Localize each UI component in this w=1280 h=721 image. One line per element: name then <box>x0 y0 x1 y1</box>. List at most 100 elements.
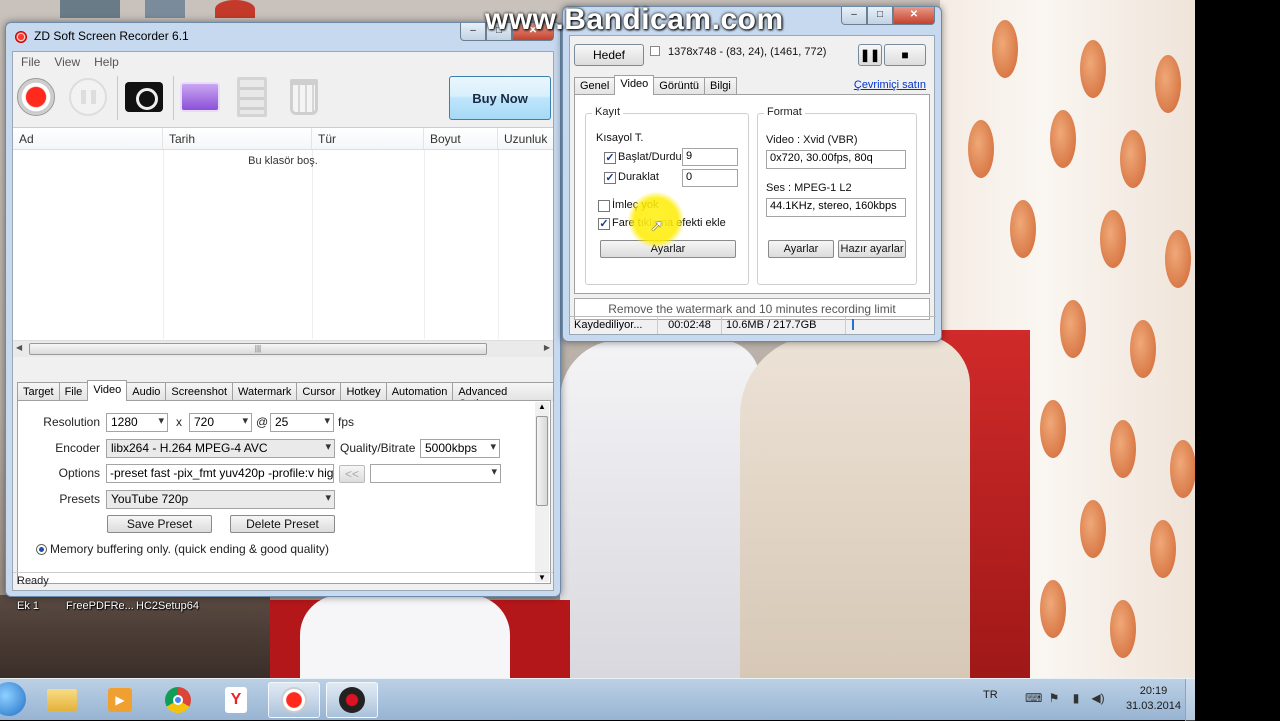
tab-target[interactable]: Target <box>17 382 60 401</box>
minimize-button[interactable]: – <box>841 7 867 25</box>
volume-icon[interactable]: ◀) <box>1091 691 1105 705</box>
buy-now-button[interactable]: Buy Now <box>449 76 551 120</box>
pause-button[interactable] <box>67 76 109 118</box>
save-preset-button[interactable]: Save Preset <box>107 515 212 533</box>
show-desktop-button[interactable] <box>1185 679 1195 721</box>
options-preset-select[interactable] <box>370 464 501 483</box>
desktop-icon-label[interactable]: HC2Setup64 <box>136 600 199 612</box>
format-group: Format Video : Xvid (VBR) 0x720, 30.00fp… <box>757 106 917 285</box>
desktop-icon-top[interactable] <box>60 0 120 18</box>
record-settings-button[interactable]: Ayarlar <box>600 240 736 258</box>
desktop-icon-top[interactable] <box>145 0 185 18</box>
tab-screenshot[interactable]: Screenshot <box>165 382 234 401</box>
start-button[interactable] <box>0 682 26 716</box>
taskbar-bandicam[interactable] <box>326 682 378 718</box>
column-length[interactable]: Uzunluk <box>498 128 553 149</box>
presets-button[interactable]: Hazır ayarlar <box>838 240 906 258</box>
taskbar-explorer[interactable] <box>36 682 88 718</box>
tab-image[interactable]: Görüntü <box>653 77 706 95</box>
dark-area <box>0 595 270 678</box>
encoder-select[interactable]: libx264 - H.264 MPEG-4 AVC <box>106 439 335 458</box>
audio-spec-field: 44.1KHz, stereo, 160kbps <box>766 198 906 217</box>
video-folder-button[interactable] <box>179 76 221 118</box>
desktop-icon-top[interactable] <box>215 0 255 18</box>
network-icon[interactable]: ▮ <box>1069 691 1083 705</box>
tab-info[interactable]: Bilgi <box>704 77 737 95</box>
tab-automation[interactable]: Automation <box>385 382 454 401</box>
video-folder-icon <box>180 82 220 112</box>
column-date[interactable]: Tarih <box>163 128 312 149</box>
region-checkbox[interactable] <box>650 46 660 56</box>
vertical-scrollbar[interactable]: ▲ ▼ <box>535 402 549 582</box>
fps-select[interactable]: 25 <box>270 413 334 432</box>
camera-icon <box>125 82 163 112</box>
scroll-up-icon[interactable]: ▲ <box>538 402 546 411</box>
tab-file[interactable]: File <box>58 382 89 401</box>
encoder-label: Encoder <box>55 441 100 455</box>
clock[interactable]: 20:19 31.03.2014 <box>1126 684 1181 714</box>
horizontal-scrollbar[interactable]: ◀ ||| ▶ <box>13 340 553 357</box>
tab-general[interactable]: Genel <box>574 77 616 95</box>
height-select[interactable]: 720 <box>189 413 252 432</box>
taskbar-zd-recorder[interactable] <box>268 682 320 718</box>
pause-hotkey[interactable]: 0 <box>682 169 738 187</box>
scroll-thumb[interactable]: ||| <box>29 343 487 355</box>
options-input[interactable]: -preset fast -pix_fmt yuv420p -profile:v… <box>106 464 334 483</box>
record-app-icon <box>15 31 27 43</box>
video-spec-field: 0x720, 30.00fps, 80q <box>766 150 906 169</box>
start-stop-hotkey[interactable]: 9 <box>682 148 738 166</box>
tab-video[interactable]: Video <box>614 75 655 95</box>
taskbar-media[interactable]: ▶ <box>94 682 146 718</box>
memory-buffering-label[interactable]: Memory buffering only. (quick ending & g… <box>50 542 329 556</box>
tab-watermark[interactable]: Watermark <box>232 382 298 401</box>
stop-button[interactable]: ■ <box>884 44 926 66</box>
memory-buffering-radio[interactable] <box>36 544 47 555</box>
width-select[interactable]: 1280 <box>106 413 168 432</box>
mouse-click-checkbox[interactable]: ✓ <box>598 218 610 230</box>
language-indicator[interactable]: TR <box>983 689 998 701</box>
record-group-title: Kayıt <box>592 106 624 118</box>
scroll-left-icon[interactable]: ◀ <box>16 343 22 352</box>
taskbar-chrome[interactable] <box>152 682 204 718</box>
column-size[interactable]: Boyut <box>424 128 498 149</box>
clock-time: 20:19 <box>1139 685 1168 697</box>
presets-select[interactable]: YouTube 720p <box>106 490 335 509</box>
film-button[interactable] <box>231 76 273 118</box>
quality-select[interactable]: 5000kbps <box>420 439 500 458</box>
vertical-scroll-thumb[interactable] <box>536 416 548 506</box>
recordings-list[interactable]: Ad Tarih Tür Boyut Uzunluk Bu klasör boş… <box>13 127 553 357</box>
delete-button[interactable] <box>283 76 325 118</box>
tab-advanced-options[interactable]: Advanced Options <box>452 382 554 410</box>
tab-hotkey[interactable]: Hotkey <box>340 382 387 401</box>
tab-audio[interactable]: Audio <box>126 382 167 401</box>
keyboard-icon[interactable]: ⌨ <box>1025 691 1042 705</box>
format-settings-button[interactable]: Ayarlar <box>768 240 834 258</box>
delete-preset-button[interactable]: Delete Preset <box>230 515 335 533</box>
scroll-right-icon[interactable]: ▶ <box>544 343 550 352</box>
buy-online-link[interactable]: Çevrimiçi satın <box>854 79 926 91</box>
taskbar-yandex[interactable]: Y <box>210 682 262 718</box>
no-cursor-checkbox[interactable] <box>598 200 610 212</box>
menu-help[interactable]: Help <box>94 55 119 69</box>
column-type[interactable]: Tür <box>312 128 424 149</box>
screenshot-button[interactable] <box>123 76 165 118</box>
maximize-button[interactable]: □ <box>867 7 893 25</box>
options-expand-button[interactable]: << <box>339 465 365 483</box>
tab-video[interactable]: Video <box>87 380 128 401</box>
pause-button[interactable]: ❚❚ <box>858 44 882 66</box>
record-button[interactable] <box>15 76 57 118</box>
menu-view[interactable]: View <box>54 55 80 69</box>
presets-label: Presets <box>59 492 100 506</box>
start-stop-checkbox[interactable]: ✓ <box>604 152 616 164</box>
desktop-icon-label[interactable]: Ek 1 <box>17 600 39 612</box>
desktop-icon-label[interactable]: FreePDFRe... <box>66 600 134 612</box>
column-name[interactable]: Ad <box>13 128 163 149</box>
target-button[interactable]: Hedef <box>574 44 644 66</box>
menu-file[interactable]: File <box>21 55 40 69</box>
tab-cursor[interactable]: Cursor <box>296 382 342 401</box>
close-button[interactable]: ✕ <box>893 7 935 25</box>
minimize-button[interactable]: – <box>460 23 486 41</box>
flag-icon[interactable]: ⚑ <box>1047 691 1061 705</box>
system-tray: TR ⌨ ⚑ ▮ ◀) 20:19 31.03.2014 <box>935 679 1195 721</box>
pause-checkbox[interactable]: ✓ <box>604 172 616 184</box>
